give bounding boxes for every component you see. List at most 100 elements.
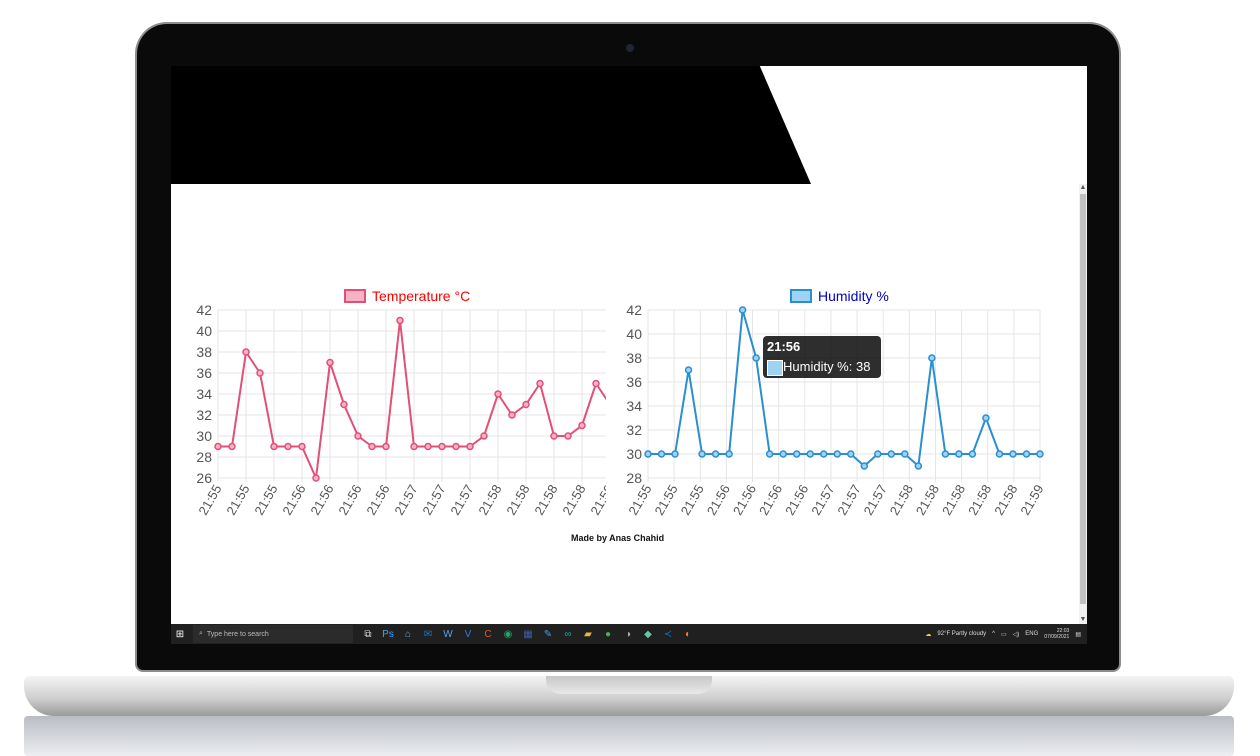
system-tray: ☁ 92°F Partly cloudy ^ ▭ ◁) ENG 22:03 07… (925, 628, 1087, 640)
folder-icon[interactable]: ▰ (579, 625, 597, 643)
humidity-x-tick-label: 21:56 (756, 482, 785, 518)
temperature-data-point (438, 442, 446, 451)
temperature-data-point (228, 442, 236, 451)
apple-icon[interactable]: ◑ (619, 625, 637, 643)
temperature-x-tick-label: 21:55 (195, 482, 224, 518)
humidity-x-tick-label: 21:56 (704, 482, 733, 518)
network-icon[interactable]: ▭ (1001, 631, 1007, 638)
tray-expand-icon[interactable]: ^ (992, 631, 995, 637)
vscode-icon[interactable]: ≺ (659, 625, 677, 643)
edge-icon[interactable]: ◉ (499, 625, 517, 643)
temperature-data-point (312, 474, 320, 482)
temperature-x-tick-label: 21:58 (475, 482, 504, 518)
tooltip-body: Humidity %: 38 (783, 359, 871, 374)
firefox-icon[interactable]: ◐ (679, 625, 697, 643)
humidity-data-point (644, 450, 652, 458)
humidity-y-tick-label: 30 (626, 446, 642, 462)
humidity-data-point (1009, 450, 1017, 458)
clock[interactable]: 22:03 07/09/2021 (1044, 628, 1069, 640)
temperature-x-tick-label: 21:59 (587, 482, 606, 518)
temperature-data-point (536, 379, 544, 388)
temperature-data-point (340, 400, 348, 409)
temperature-x-tick-label: 21:58 (559, 482, 588, 518)
temperature-y-tick-label: 28 (196, 449, 212, 465)
temperature-data-point (214, 442, 222, 451)
humidity-x-tick-label: 21:58 (913, 482, 942, 518)
temperature-plot: 26283032343638404221:5521:5521:5521:5621… (195, 302, 606, 518)
temperature-x-tick-label: 21:58 (503, 482, 532, 518)
w-app-icon[interactable]: W (439, 625, 457, 643)
humidity-x-tick-label: 21:55 (651, 482, 680, 518)
humidity-data-point (874, 450, 882, 458)
temperature-x-tick-label: 21:58 (531, 482, 560, 518)
temperature-x-tick-label: 21:55 (223, 482, 252, 518)
humidity-y-tick-label: 36 (626, 374, 642, 390)
humidity-data-point (806, 450, 814, 458)
humidity-data-point (982, 414, 990, 422)
temperature-chart: Temperature °C 26 28 30 32 34 36 38 40 42 21:55 21… (186, 284, 606, 524)
search-icon: ⌕ (199, 630, 203, 637)
humidity-data-point (955, 450, 963, 458)
photoshop-icon[interactable]: Ps (379, 625, 397, 643)
humidity-x-tick-label: 21:58 (991, 482, 1020, 518)
task-view-icon[interactable]: ⧉ (359, 625, 377, 643)
temperature-data-point (382, 442, 390, 451)
chrome-icon[interactable]: ● (599, 625, 617, 643)
tooltip-swatch (767, 360, 783, 376)
temperature-data-point (466, 442, 474, 451)
temperature-data-point (242, 348, 250, 356)
scroll-thumb[interactable] (1080, 194, 1086, 604)
temperature-data-point (494, 390, 502, 398)
c-app-icon[interactable]: C (479, 625, 497, 643)
language-indicator[interactable]: ENG (1025, 631, 1038, 637)
temperature-x-tick-label: 21:56 (363, 482, 392, 518)
temperature-x-tick-label: 21:56 (307, 482, 336, 518)
chart-tooltip: 21:56 Humidity %: 38 (763, 336, 881, 378)
temperature-y-tick-label: 30 (196, 428, 212, 444)
windows-taskbar: ⊞ ⌕ Type here to search ⧉ Ps ⌂ ✉ W V C ◉ ▦ ✎ ∞ ▰ ● ◑ ◆… (171, 624, 1087, 644)
black-overlay (171, 66, 811, 184)
humidity-data-point (1036, 450, 1044, 458)
temperature-data-point (368, 442, 376, 451)
app-icon[interactable]: ◆ (639, 625, 657, 643)
temperature-y-tick-label: 38 (196, 344, 212, 360)
temperature-data-point (480, 432, 488, 440)
humidity-data-point (684, 366, 693, 374)
temperature-x-tick-label: 21:57 (419, 482, 448, 518)
humidity-data-point (752, 354, 760, 362)
humidity-data-point (725, 450, 733, 458)
notification-icon[interactable]: ▤ (1075, 631, 1081, 638)
page-scrollbar[interactable]: ▲ ▼ (1079, 184, 1087, 624)
scroll-up-icon[interactable]: ▲ (1079, 184, 1087, 192)
scroll-down-icon[interactable]: ▼ (1079, 616, 1087, 624)
humidity-data-point (833, 450, 841, 458)
humidity-x-tick-label: 21:55 (625, 482, 654, 518)
humidity-data-point (765, 450, 774, 458)
temperature-data-point (452, 442, 460, 451)
temperature-x-tick-label: 21:56 (335, 482, 364, 518)
mail-icon[interactable]: ✉ (419, 625, 437, 643)
temperature-data-point (298, 442, 306, 451)
humidity-chart: Humidity % 28 30 32 34 36 38 40 42 21:55 21:55 21:… (616, 284, 1046, 524)
news-icon[interactable]: ▦ (519, 625, 537, 643)
temperature-x-tick-label: 21:57 (447, 482, 476, 518)
weather-text[interactable]: 92°F Partly cloudy (937, 631, 986, 637)
temperature-x-tick-label: 21:57 (391, 482, 420, 518)
pinned-apps: ⧉ Ps ⌂ ✉ W V C ◉ ▦ ✎ ∞ ▰ ● ◑ ◆ ≺ ◐ (359, 625, 697, 643)
humidity-data-point (671, 450, 679, 458)
temperature-data-point (564, 432, 572, 440)
temperature-data-point (284, 442, 292, 451)
humidity-x-tick-label: 21:57 (834, 482, 863, 518)
arduino-icon[interactable]: ∞ (559, 625, 577, 643)
temperature-data-point (424, 442, 432, 451)
v-app-icon[interactable]: V (459, 625, 477, 643)
volume-icon[interactable]: ◁) (1013, 631, 1020, 638)
file-explorer-icon[interactable]: ⌂ (399, 625, 417, 643)
humidity-data-point (941, 450, 950, 458)
temperature-x-tick-label: 21:56 (279, 482, 308, 518)
humidity-y-tick-label: 42 (626, 302, 642, 318)
windows-start-icon[interactable]: ⊞ (171, 624, 189, 644)
temperature-x-tick-label: 21:55 (251, 482, 280, 518)
paint-icon[interactable]: ✎ (539, 625, 557, 643)
taskbar-search[interactable]: ⌕ Type here to search (193, 625, 353, 643)
